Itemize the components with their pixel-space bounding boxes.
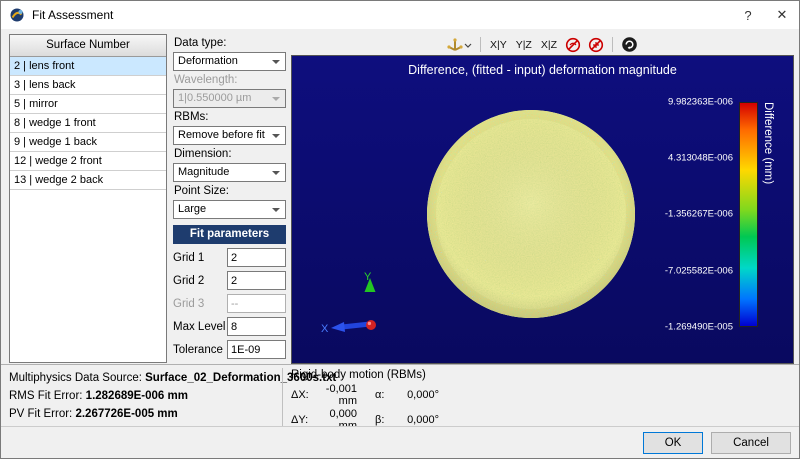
- colorbar: [739, 102, 758, 327]
- view-yz-button[interactable]: Y|Z: [513, 36, 535, 54]
- colorbar-axis-label: Difference (mm): [762, 102, 774, 327]
- chevron-down-icon: [272, 208, 280, 212]
- grid1-label: Grid 1: [173, 252, 227, 264]
- table-row[interactable]: 9 | wedge 1 back: [10, 133, 166, 152]
- app-icon: [9, 7, 25, 23]
- grid3-label: Grid 3: [173, 298, 227, 310]
- reset-view-button[interactable]: [619, 36, 640, 54]
- rbm-title: Rigid-body motion (RBMs): [291, 369, 439, 381]
- colorbar-tick: 4.313048E-006: [668, 153, 733, 164]
- no-rotate-icon: [565, 37, 581, 53]
- data-type-dropdown[interactable]: Deformation: [173, 52, 286, 71]
- colorbar-tick: -1.356267E-006: [665, 209, 733, 220]
- table-row[interactable]: 5 | mirror: [10, 95, 166, 114]
- max-level-label: Max Level: [173, 321, 227, 333]
- dimension-value: Magnitude: [178, 166, 229, 178]
- orientation-axes: Y X: [320, 268, 388, 340]
- view-xz-button[interactable]: X|Z: [538, 36, 560, 54]
- pv-fit-error-line: PV Fit Error: 2.267726E-005 mm: [9, 405, 336, 423]
- reset-rotation-icon: [621, 36, 638, 53]
- orientation-dropdown[interactable]: [445, 36, 474, 54]
- ok-button[interactable]: OK: [643, 432, 703, 454]
- chevron-down-icon: [272, 134, 280, 138]
- status-panel: Multiphysics Data Source: Surface_02_Def…: [1, 364, 800, 428]
- table-row[interactable]: 13 | wedge 2 back: [10, 171, 166, 190]
- wavelength-label: Wavelength:: [174, 74, 286, 87]
- footer: OK Cancel: [1, 426, 800, 458]
- status-divider: [282, 368, 283, 426]
- table-row[interactable]: 2 | lens front: [10, 57, 166, 76]
- dimension-dropdown[interactable]: Magnitude: [173, 163, 286, 182]
- cancel-button[interactable]: Cancel: [711, 432, 791, 454]
- pv-fit-error-value: 2.267726E-005 mm: [75, 408, 177, 420]
- grid1-input[interactable]: [227, 248, 286, 267]
- rms-fit-error-line: RMS Fit Error: 1.282689E-006 mm: [9, 387, 336, 405]
- rms-fit-error-value: 1.282689E-006 mm: [86, 390, 188, 402]
- table-row[interactable]: 12 | wedge 2 front: [10, 152, 166, 171]
- tolerance-label: Tolerance: [173, 344, 227, 356]
- axis-y-label: Y: [364, 271, 372, 283]
- wavelength-value: 1|0.550000 µm: [178, 92, 251, 104]
- chevron-down-icon: [272, 60, 280, 64]
- table-row[interactable]: 8 | wedge 1 front: [10, 114, 166, 133]
- table-row[interactable]: 3 | lens back: [10, 76, 166, 95]
- wavelength-dropdown: 1|0.550000 µm: [173, 89, 286, 108]
- grid2-label: Grid 2: [173, 275, 227, 287]
- colorbar-tick: 9.982363E-006: [668, 97, 733, 108]
- window-title: Fit Assessment: [32, 8, 113, 22]
- toolbar-separator: [480, 37, 481, 52]
- viz-canvas[interactable]: Difference, (fitted - input) deformation…: [291, 55, 794, 364]
- surface-table: Surface Number 2 | lens front 3 | lens b…: [9, 34, 167, 363]
- no-pan-icon: [588, 37, 604, 53]
- axes-triad-icon: [447, 37, 464, 53]
- visualization-panel: X|Y Y|Z X|Z: [291, 34, 794, 364]
- point-size-dropdown[interactable]: Large: [173, 200, 286, 219]
- viz-toolbar: X|Y Y|Z X|Z: [291, 34, 794, 55]
- tolerance-input[interactable]: [227, 340, 286, 359]
- colorbar-tick: -7.025582E-006: [665, 266, 733, 277]
- data-source-line: Multiphysics Data Source: Surface_02_Def…: [9, 369, 336, 387]
- grid3-input: [227, 294, 286, 313]
- rbms-label: RBMs:: [174, 111, 286, 124]
- titlebar: Fit Assessment ? ✕: [1, 1, 799, 29]
- point-size-label: Point Size:: [174, 185, 286, 198]
- viz-title: Difference, (fitted - input) deformation…: [292, 63, 793, 77]
- axis-x-label: X: [321, 323, 329, 335]
- lock-rotation-button[interactable]: [563, 36, 583, 54]
- chevron-down-icon: [272, 171, 280, 175]
- chevron-down-icon: [272, 97, 280, 101]
- close-button[interactable]: ✕: [765, 1, 799, 29]
- max-level-input[interactable]: [227, 317, 286, 336]
- deformation-map-disc: [424, 107, 638, 321]
- fit-parameters-header: Fit parameters: [173, 225, 286, 244]
- grid2-input[interactable]: [227, 271, 286, 290]
- surface-table-header: Surface Number: [10, 35, 166, 57]
- data-type-value: Deformation: [178, 55, 238, 67]
- toolbar-separator: [612, 37, 613, 52]
- colorbar-tick: -1.269490E-005: [665, 322, 733, 333]
- dimension-label: Dimension:: [174, 148, 286, 161]
- view-xy-button[interactable]: X|Y: [487, 36, 510, 54]
- fit-assessment-dialog: Fit Assessment ? ✕ Surface Number 2 | le…: [0, 0, 800, 459]
- chevron-down-icon: [464, 41, 472, 49]
- help-button[interactable]: ?: [731, 1, 765, 29]
- rbm-row: ΔX: -0,001 mm α: 0,000°: [291, 383, 439, 408]
- rbms-dropdown[interactable]: Remove before fit: [173, 126, 286, 145]
- controls-panel: Data type: Deformation Wavelength: 1|0.5…: [173, 34, 286, 364]
- lock-pan-button[interactable]: [586, 36, 606, 54]
- data-type-label: Data type:: [174, 37, 286, 50]
- rbms-value: Remove before fit: [178, 129, 265, 141]
- point-size-value: Large: [178, 203, 206, 215]
